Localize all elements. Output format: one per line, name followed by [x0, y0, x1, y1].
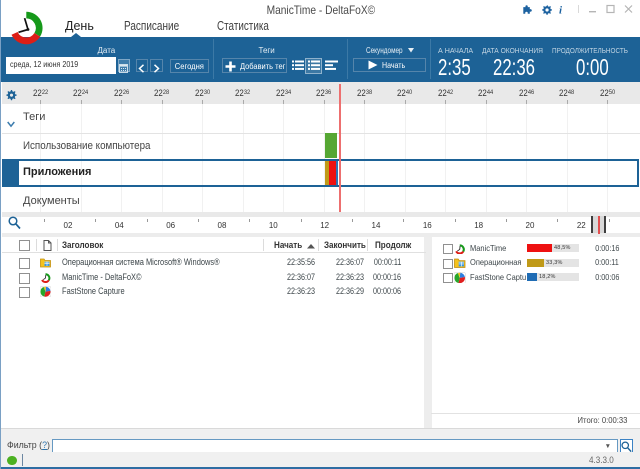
svg-text:i: i [559, 5, 563, 16]
